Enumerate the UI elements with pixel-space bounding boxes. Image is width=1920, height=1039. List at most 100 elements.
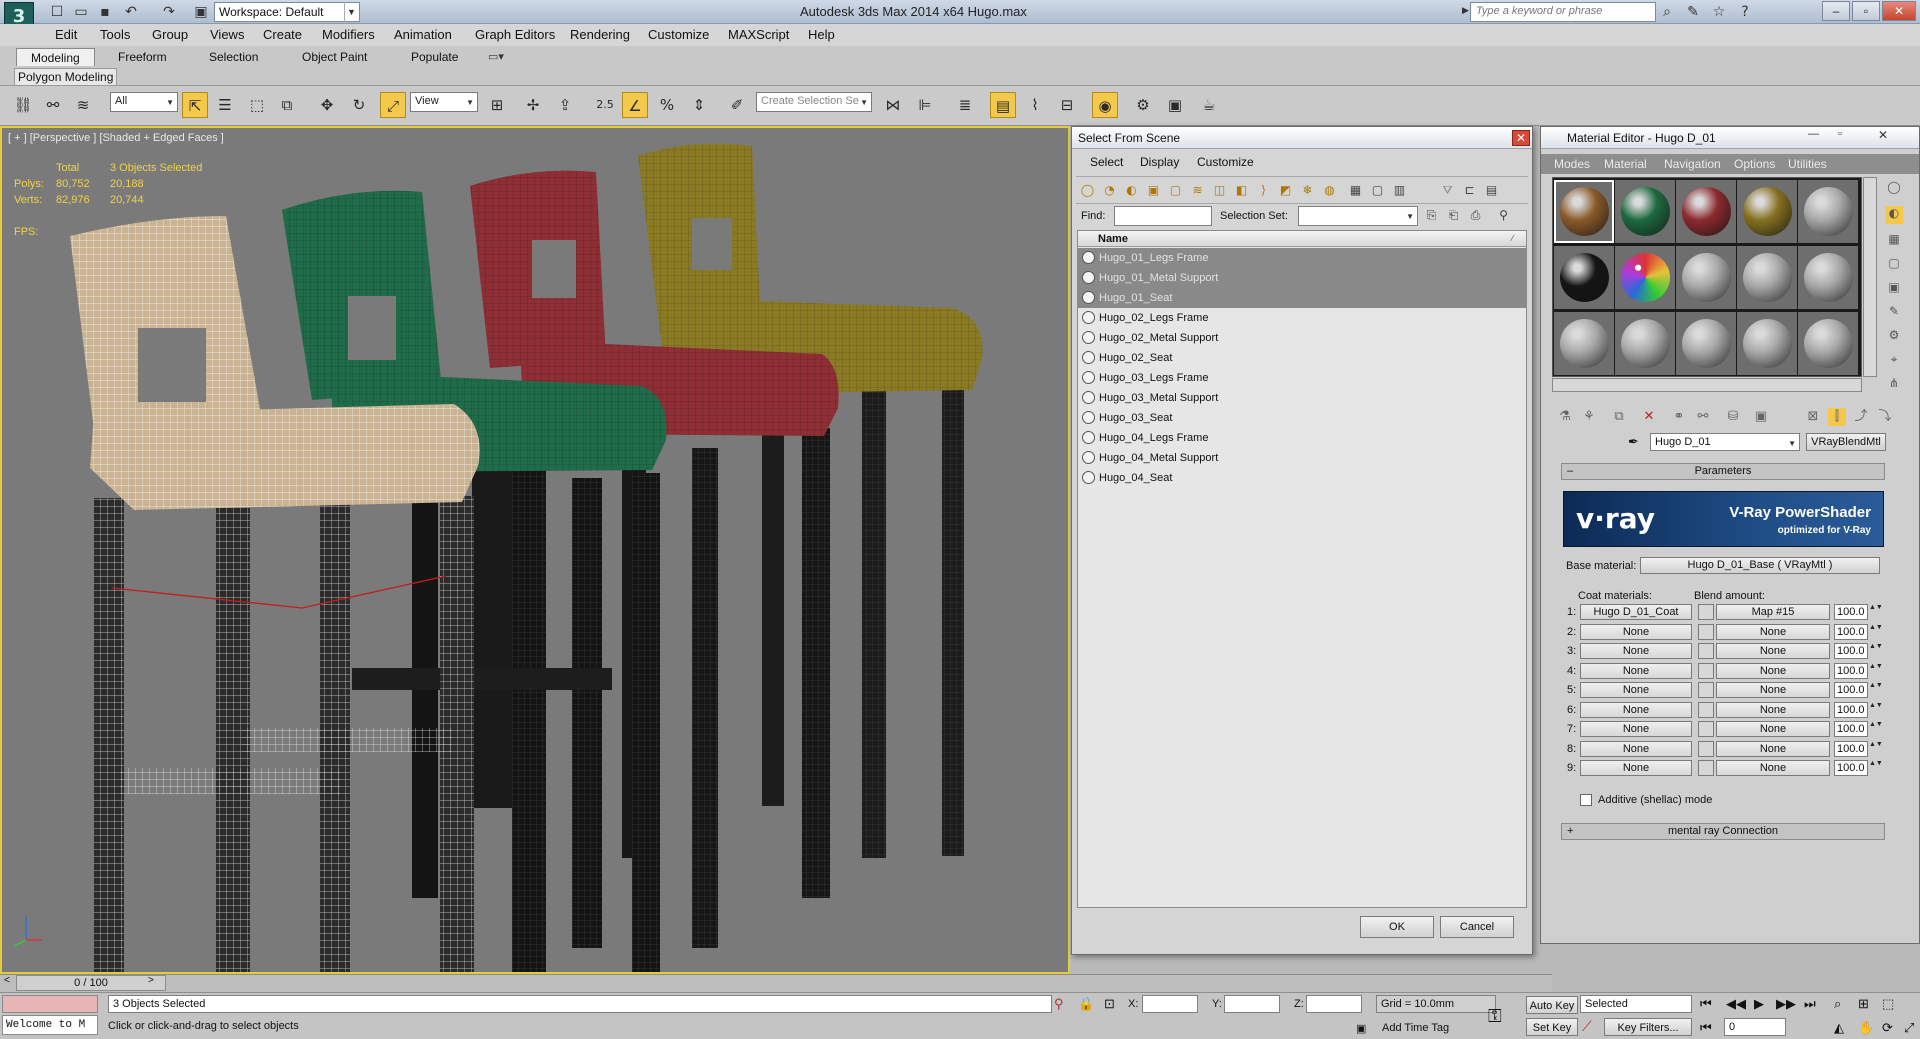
select-invert-icon[interactable]: ▥: [1390, 181, 1409, 200]
make-copy-icon[interactable]: ⚭: [1670, 408, 1688, 426]
render-production-icon[interactable]: ☕: [1196, 92, 1222, 118]
move-icon[interactable]: ✥: [314, 92, 340, 118]
list-item[interactable]: Hugo_03_Metal Support: [1078, 388, 1526, 408]
mirror-icon[interactable]: ⋈: [880, 92, 906, 118]
video-color-check-icon[interactable]: ▣: [1885, 280, 1903, 298]
go-forward-sibling-icon[interactable]: ⤵: [1876, 408, 1894, 426]
display-geometry-icon[interactable]: ◯: [1078, 181, 1097, 200]
pick-material-eyedropper-icon[interactable]: ✒: [1628, 434, 1639, 450]
named-selection-dropdown[interactable]: Create Selection Se ▼: [756, 92, 872, 112]
schematic-view-icon[interactable]: ⊟: [1054, 92, 1080, 118]
coat-material-button[interactable]: None: [1580, 721, 1692, 737]
material-slot[interactable]: [1737, 180, 1797, 243]
save-icon[interactable]: ▪: [96, 3, 114, 21]
columns-icon[interactable]: ▤: [1482, 181, 1501, 200]
next-key-icon[interactable]: ▶▶: [1776, 996, 1796, 1012]
menu-help[interactable]: Help: [808, 27, 835, 42]
snaps-toggle-icon[interactable]: 2.5: [592, 92, 618, 118]
prev-key-icon[interactable]: ◀◀: [1726, 996, 1746, 1012]
tab-modeling[interactable]: Modeling: [16, 48, 95, 66]
list-item[interactable]: Hugo_03_Legs Frame: [1078, 368, 1526, 388]
ref-coord-dropdown[interactable]: View ▼: [410, 92, 478, 112]
menu-views[interactable]: Views: [210, 27, 244, 42]
menu-customize[interactable]: Customize: [648, 27, 709, 42]
add-to-set-icon[interactable]: ⎗: [1444, 206, 1463, 225]
pan-icon[interactable]: ✋: [1858, 1020, 1874, 1036]
list-item[interactable]: Hugo_03_Seat: [1078, 408, 1526, 428]
tab-freeform[interactable]: Freeform: [104, 48, 181, 66]
rendered-frame-window-icon[interactable]: ▣: [1162, 92, 1188, 118]
viewport-label[interactable]: [ + ] [Perspective ] [Shaded + Edged Fac…: [8, 132, 224, 144]
sample-uv-tiling-icon[interactable]: ▢: [1885, 256, 1903, 274]
menu-graph-editors[interactable]: Graph Editors: [475, 27, 555, 42]
keyboard-shortcut-toggle-icon[interactable]: ⇪: [552, 92, 578, 118]
unlink-icon[interactable]: ⚯: [40, 92, 66, 118]
blend-map-button[interactable]: None: [1716, 740, 1830, 757]
field-of-view-icon[interactable]: ◭: [1834, 1020, 1844, 1036]
spinner-arrows-icon[interactable]: ▲▼: [1869, 682, 1883, 698]
material-slot[interactable]: [1798, 246, 1858, 309]
select-by-name-icon[interactable]: ☰: [212, 92, 238, 118]
coat-material-button[interactable]: None: [1580, 701, 1692, 718]
make-preview-icon[interactable]: ✎: [1885, 304, 1903, 322]
coat-enable-toggle[interactable]: [1698, 701, 1714, 718]
open-file-icon[interactable]: ▭: [72, 3, 90, 21]
slots-vertical-scrollbar[interactable]: [1863, 177, 1877, 377]
show-map-in-viewport-icon[interactable]: ⊠: [1804, 408, 1822, 426]
orbit-icon[interactable]: ⟳: [1882, 1020, 1893, 1036]
redo-icon[interactable]: ↷: [160, 3, 178, 21]
angle-snap-icon[interactable]: ∠: [622, 92, 648, 118]
blend-amount-spinner[interactable]: 100.0: [1834, 662, 1868, 679]
blend-map-button[interactable]: None: [1716, 643, 1830, 659]
material-slot[interactable]: [1798, 312, 1858, 375]
spinner-arrows-icon[interactable]: ▲▼: [1869, 604, 1883, 620]
remove-from-set-icon[interactable]: ⎙: [1466, 206, 1485, 225]
base-material-button[interactable]: Hugo D_01_Base ( VRayMtl ): [1640, 557, 1880, 574]
coat-material-button[interactable]: Hugo D_01_Coat: [1580, 604, 1692, 620]
blend-map-button[interactable]: Map #15: [1716, 604, 1830, 620]
coat-material-button[interactable]: None: [1580, 662, 1692, 679]
material-editor-icon[interactable]: ◉: [1092, 92, 1118, 118]
spinner-arrows-icon[interactable]: ▲▼: [1869, 702, 1883, 718]
display-spacewarps-icon[interactable]: ≋: [1188, 181, 1207, 200]
display-bones-icon[interactable]: ⟩: [1254, 181, 1273, 200]
ribbon-options-icon[interactable]: ▭▾: [488, 50, 504, 63]
tab-populate[interactable]: Populate: [397, 48, 472, 66]
material-slot[interactable]: [1615, 180, 1675, 243]
coat-enable-toggle[interactable]: [1698, 643, 1714, 659]
prev-frame-icon[interactable]: <: [4, 975, 10, 986]
rotate-icon[interactable]: ↻: [346, 92, 372, 118]
edit-named-sel-icon[interactable]: ✐: [724, 92, 750, 118]
list-item[interactable]: Hugo_04_Legs Frame: [1078, 428, 1526, 448]
time-tag-icon[interactable]: ▣: [1356, 1022, 1366, 1035]
mat-menu-material[interactable]: Material: [1604, 157, 1647, 171]
play-icon[interactable]: ▶: [1754, 996, 1764, 1012]
select-none-icon[interactable]: ▢: [1368, 181, 1387, 200]
coat-enable-toggle[interactable]: [1698, 604, 1714, 620]
menu-create[interactable]: Create: [263, 27, 302, 42]
hierarchy-icon[interactable]: ⊏: [1460, 181, 1479, 200]
pivot-center-icon[interactable]: ⊞: [484, 92, 510, 118]
menu-edit[interactable]: Edit: [55, 27, 77, 42]
display-shapes-icon[interactable]: ◔: [1100, 181, 1119, 200]
spinner-snap-icon[interactable]: ⇕: [686, 92, 712, 118]
workspace-dropdown[interactable]: Workspace: Default: [214, 2, 360, 22]
list-item[interactable]: Hugo_02_Legs Frame: [1078, 308, 1526, 328]
blend-map-button[interactable]: None: [1716, 682, 1830, 698]
scale-icon[interactable]: ⤢: [380, 92, 406, 118]
blend-amount-spinner[interactable]: 100.0: [1834, 682, 1868, 698]
make-unique-icon[interactable]: ⚯: [1694, 408, 1712, 426]
material-name-field[interactable]: Hugo D_01 ▼: [1650, 433, 1800, 451]
select-by-material-icon[interactable]: ⌖: [1885, 352, 1903, 370]
z-coord-field[interactable]: [1306, 995, 1362, 1013]
create-set-icon[interactable]: ⎘: [1422, 206, 1441, 225]
mat-menu-modes[interactable]: Modes: [1554, 157, 1590, 171]
project-folder-icon[interactable]: ▣: [192, 3, 210, 21]
go-to-parent-icon[interactable]: ⤴: [1852, 408, 1870, 426]
tab-selection[interactable]: Selection: [195, 48, 272, 66]
keyword-search-input[interactable]: Type a keyword or phrase: [1470, 2, 1656, 22]
select-all-icon[interactable]: ▦: [1346, 181, 1365, 200]
assign-material-icon[interactable]: ⧉: [1610, 408, 1628, 426]
close-button[interactable]: ✕: [1882, 1, 1916, 21]
link-icon[interactable]: ⛓: [10, 92, 36, 118]
